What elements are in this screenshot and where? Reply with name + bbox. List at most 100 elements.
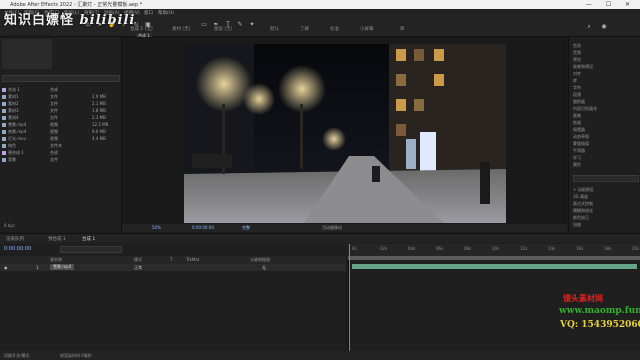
project-item-name: 灯光.mov bbox=[8, 136, 26, 141]
column-parent[interactable]: 父级和链接 bbox=[250, 257, 270, 263]
panel-item[interactable]: 学习 bbox=[573, 155, 581, 161]
panel-item[interactable]: 效果和预设 bbox=[573, 64, 593, 70]
project-item[interactable]: 预合成 1 合成 bbox=[2, 150, 120, 156]
effects-category[interactable]: 颜色校正 bbox=[573, 215, 589, 221]
layer-row[interactable]: ◉ 1 雪景.mp4 正常 无 bbox=[0, 264, 346, 271]
panel-item[interactable]: 摇摆器 bbox=[573, 127, 585, 133]
panel-item[interactable]: 平滑器 bbox=[573, 148, 585, 154]
project-item-size: 2.0 MB bbox=[92, 94, 106, 99]
window-title: Adobe After Effects 2022 - 汇聚灯 - 正常光量模板.… bbox=[10, 2, 143, 8]
project-item-size: 4.4 MB bbox=[92, 136, 106, 141]
effects-category[interactable]: 扭曲 bbox=[573, 222, 581, 228]
panel-item[interactable]: 内容识别填充 bbox=[573, 106, 597, 112]
current-time[interactable]: 0:00:00:00 bbox=[192, 225, 214, 230]
project-item[interactable]: 素材1 文件 2.0 MB bbox=[2, 94, 120, 100]
project-item-name: 素材3 bbox=[8, 108, 19, 113]
bit-depth-label[interactable]: 8 bpc bbox=[4, 223, 15, 228]
project-item-type: 视频 bbox=[50, 122, 58, 127]
footage-icon bbox=[2, 102, 6, 106]
camera-select[interactable]: 活动摄像机 bbox=[322, 225, 342, 231]
effects-category[interactable]: + 动画预设 bbox=[573, 187, 594, 193]
tab-comp-1[interactable]: 合成 1 bbox=[82, 236, 95, 242]
snowy-night-street-image bbox=[184, 44, 506, 223]
project-item[interactable]: 素材3 文件 1.8 MB bbox=[2, 108, 120, 114]
column-source-name[interactable]: 源名称 bbox=[50, 257, 62, 263]
eye-icon[interactable]: ◉ bbox=[4, 265, 8, 270]
panel-item[interactable]: 预览 bbox=[573, 57, 581, 63]
panel-item[interactable]: 音频 bbox=[573, 50, 581, 56]
panel-item[interactable]: 动态草图 bbox=[573, 134, 589, 140]
composition-viewer[interactable] bbox=[184, 44, 506, 223]
project-item-name: 素材4 bbox=[8, 115, 19, 120]
panel-item[interactable]: 段落 bbox=[573, 92, 581, 98]
panel-item[interactable]: 画笔 bbox=[573, 113, 581, 119]
work-area-bar[interactable] bbox=[348, 256, 640, 260]
channel-logo-watermark: 知识白嫖怪 bilibili bbox=[4, 9, 135, 28]
project-item-type: 合成 bbox=[50, 87, 58, 92]
resolution-select[interactable]: 完整 bbox=[242, 225, 250, 231]
contact-watermark: VQ: 1543952060 bbox=[560, 320, 640, 330]
window-controls[interactable]: — ☐ ✕ bbox=[586, 1, 636, 8]
panel-item[interactable]: 蒙版插值 bbox=[573, 141, 589, 147]
panel-item[interactable]: 字符 bbox=[573, 85, 581, 91]
effects-category[interactable]: 模糊和锐化 bbox=[573, 208, 593, 214]
effects-search-input[interactable] bbox=[573, 175, 639, 182]
ruler-mark: 04s bbox=[408, 246, 416, 251]
project-item-name: 素材1 bbox=[8, 94, 19, 99]
layer-duration-bar[interactable] bbox=[352, 264, 637, 269]
panel-item[interactable]: 属性 bbox=[573, 162, 581, 168]
toggle-switches-modes[interactable]: 切换开关/模式 bbox=[4, 353, 29, 359]
project-search-input[interactable] bbox=[2, 75, 120, 82]
project-item[interactable]: 夜景.mp4 视频 9.6 MB bbox=[2, 129, 120, 135]
tab-precomp[interactable]: 预合成 1 bbox=[48, 236, 66, 242]
panel-item[interactable]: 对齐 bbox=[573, 71, 581, 77]
project-item-name: 合成 1 bbox=[8, 87, 20, 92]
tab-composition[interactable]: 合成 1 (无) bbox=[130, 26, 153, 32]
playhead[interactable] bbox=[349, 244, 350, 351]
panel-item[interactable]: 库 bbox=[573, 78, 577, 84]
timeline-timecode[interactable]: 0:00:00:00 bbox=[4, 246, 31, 252]
project-item-name: 预合成 1 bbox=[8, 150, 24, 155]
ruler-mark: 10s bbox=[492, 246, 500, 251]
project-item[interactable]: 素材4 文件 2.3 MB bbox=[2, 115, 120, 121]
panel-item[interactable]: 信息 bbox=[573, 43, 581, 49]
ruler-mark: 02s bbox=[380, 246, 388, 251]
footage-icon bbox=[2, 109, 6, 113]
footage-icon bbox=[2, 158, 6, 162]
time-ruler[interactable]: 0s 02s 04s 06s 08s 10s 12s 14s 16s 18s 20s bbox=[348, 244, 640, 256]
panel-item[interactable]: 跟踪器 bbox=[573, 99, 585, 105]
footage-icon bbox=[2, 137, 6, 141]
panel-item[interactable]: 绘画 bbox=[573, 120, 581, 126]
effects-category[interactable]: 3D 通道 bbox=[573, 194, 588, 200]
project-item[interactable]: 雪景.mp4 视频 12.5 MB bbox=[2, 122, 120, 128]
ruler-mark: 0s bbox=[352, 246, 357, 251]
search-icon[interactable]: ⌕ bbox=[585, 23, 593, 31]
layer-column-headers: 源名称 模式 T TrkMat 父级和链接 bbox=[0, 256, 346, 264]
footage-icon bbox=[2, 95, 6, 99]
project-item[interactable]: 素材2 文件 2.1 MB bbox=[2, 101, 120, 107]
column-mode[interactable]: 模式 bbox=[134, 257, 142, 263]
zoom-level[interactable]: 50% bbox=[152, 225, 161, 230]
project-item-name: 夜景.mp4 bbox=[8, 129, 27, 134]
footage-icon bbox=[2, 130, 6, 134]
effects-category[interactable]: 表达式控制 bbox=[573, 201, 593, 207]
project-item[interactable]: 合成 1 合成 bbox=[2, 87, 120, 93]
ruler-mark: 16s bbox=[576, 246, 584, 251]
project-item-type: 文件夹 bbox=[50, 143, 62, 148]
project-item-type: 视频 bbox=[50, 129, 58, 134]
menu-window[interactable]: 窗口 bbox=[144, 10, 153, 16]
column-t[interactable]: T bbox=[170, 257, 172, 262]
project-item-type: 文件 bbox=[50, 94, 58, 99]
layer-name[interactable]: 雪景.mp4 bbox=[50, 264, 75, 270]
project-item[interactable]: 背景 文件 bbox=[2, 157, 120, 163]
menu-help[interactable]: 帮助(H) bbox=[158, 10, 174, 16]
project-item[interactable]: 灯光.mov 视频 4.4 MB bbox=[2, 136, 120, 142]
account-icon[interactable]: ◉ bbox=[600, 23, 608, 31]
column-trkmat[interactable]: TrkMat bbox=[186, 257, 199, 262]
tab-render-queue[interactable]: 渲染队列 bbox=[6, 236, 24, 242]
timeline-search-input[interactable] bbox=[60, 246, 122, 253]
footage-icon bbox=[2, 116, 6, 120]
ruler-mark: 12s bbox=[520, 246, 528, 251]
layer-number: 1 bbox=[36, 265, 39, 270]
project-item[interactable]: 纯色 文件夹 bbox=[2, 143, 120, 149]
